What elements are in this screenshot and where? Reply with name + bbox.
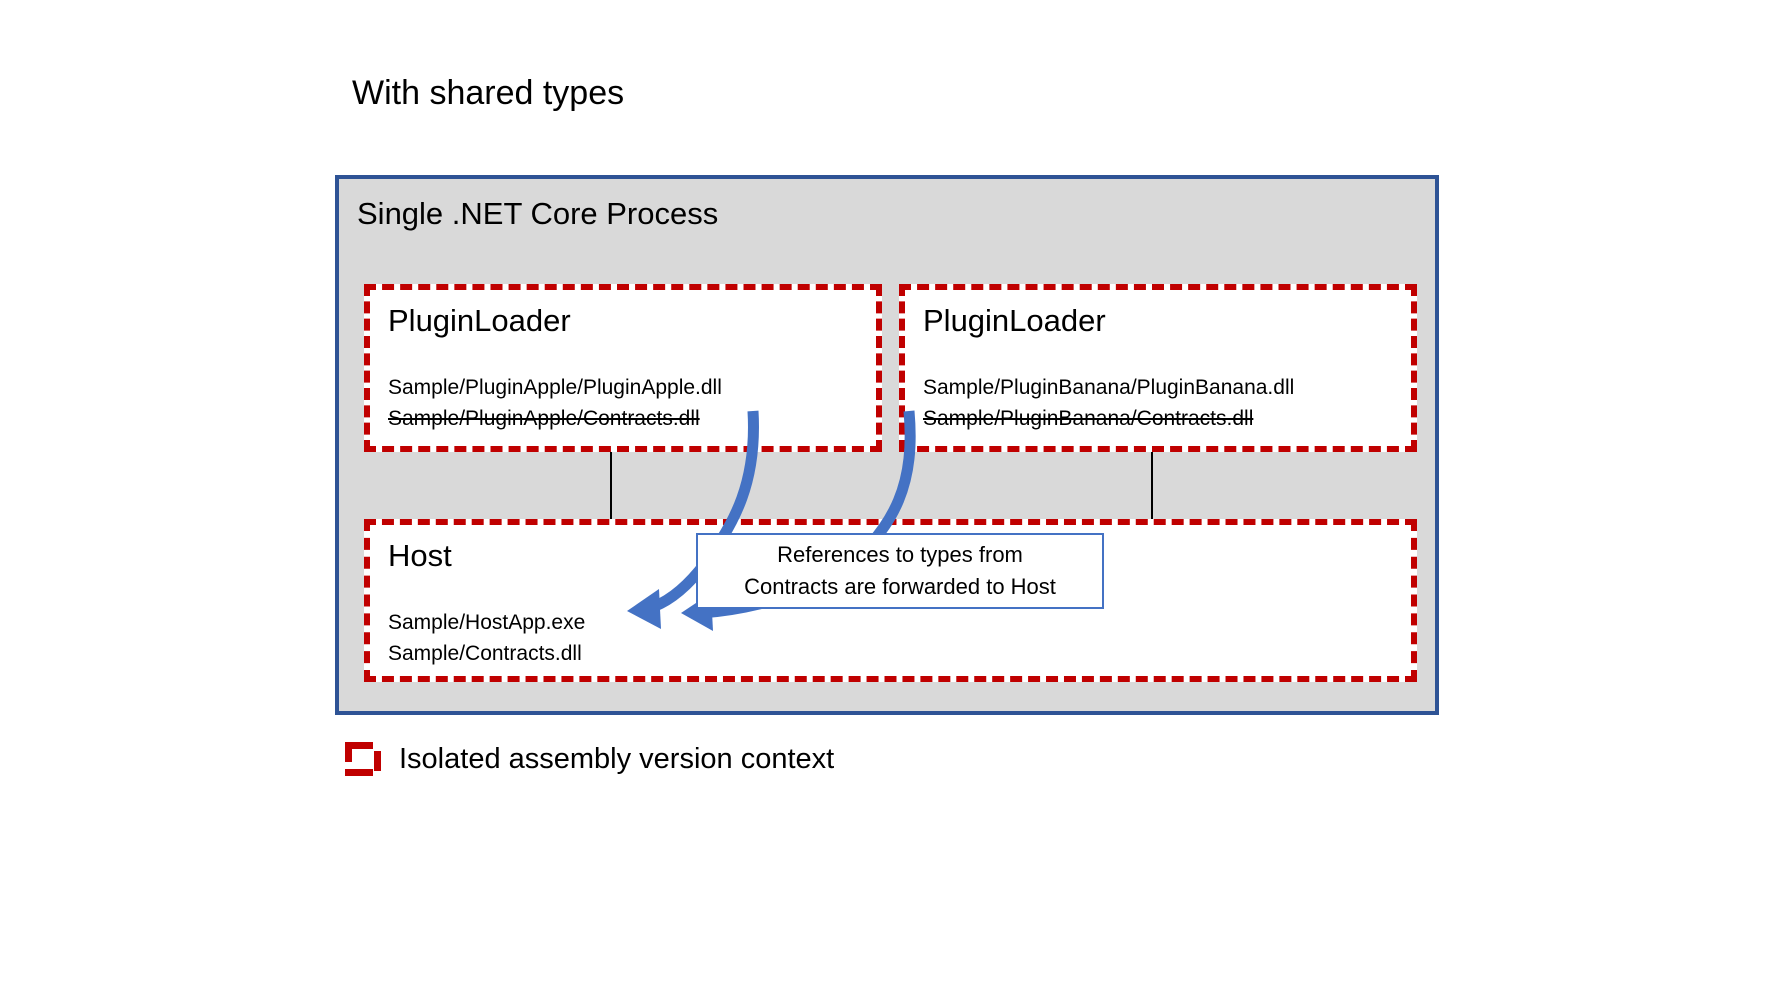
assembly-line: Sample/Contracts.dll [388,642,582,665]
legend-label: Isolated assembly version context [399,743,835,775]
type-forwarding-callout: References to types from Contracts are f… [696,533,1104,609]
assembly-line-strikethrough: Sample/PluginBanana/Contracts.dll [923,407,1254,430]
plugin-loader-apple-assembly-list: Sample/PluginApple/PluginApple.dll Sampl… [388,372,722,434]
slide-canvas: With shared types Single .NET Core Proce… [0,0,1778,1000]
assembly-line: Sample/PluginApple/PluginApple.dll [388,376,722,399]
plugin-loader-apple-title: PluginLoader [388,303,571,338]
dashed-rectangle-icon [345,742,381,776]
single-dotnet-core-process-box: Single .NET Core Process PluginLoader Sa… [335,175,1439,715]
plugin-loader-apple-box: PluginLoader Sample/PluginApple/PluginAp… [364,284,882,452]
assembly-line: Sample/PluginBanana/PluginBanana.dll [923,376,1295,399]
plugin-loader-banana-title: PluginLoader [923,303,1106,338]
host-title: Host [388,538,452,573]
slide-title: With shared types [352,74,625,112]
process-title: Single .NET Core Process [357,196,719,231]
plugin-loader-banana-box: PluginLoader Sample/PluginBanana/PluginB… [899,284,1417,452]
legend: Isolated assembly version context [345,742,834,776]
assembly-line: Sample/HostApp.exe [388,611,586,634]
assembly-line-strikethrough: Sample/PluginApple/Contracts.dll [388,407,700,430]
callout-line-1: References to types from [777,542,1023,567]
host-assembly-list: Sample/HostApp.exe Sample/Contracts.dll [388,607,585,669]
plugin-loader-banana-assembly-list: Sample/PluginBanana/PluginBanana.dll Sam… [923,372,1294,434]
connector-line-banana-to-host [1151,451,1153,521]
callout-line-2: Contracts are forwarded to Host [744,574,1056,599]
connector-line-apple-to-host [610,451,612,521]
